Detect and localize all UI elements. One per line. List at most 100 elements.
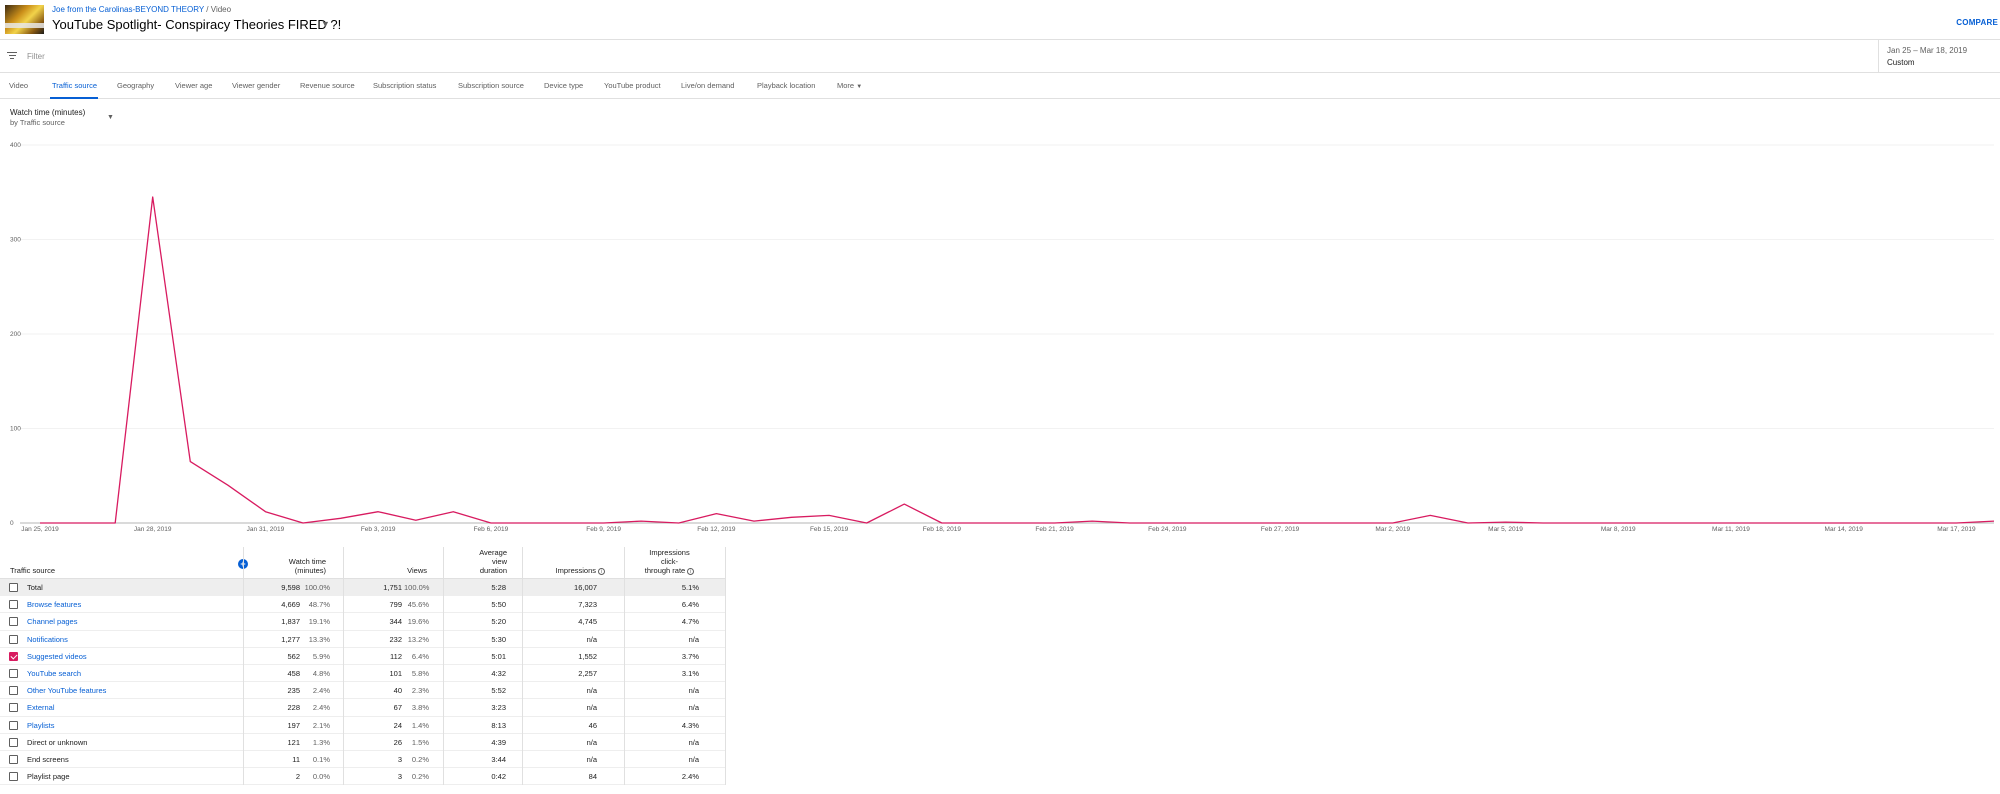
row-ctr: 3.1% [681, 668, 699, 678]
tab-subscription-status[interactable]: Subscription status [373, 81, 436, 90]
caret-down-icon[interactable]: ▼ [107, 114, 114, 121]
header-ctr-line2: click- [660, 557, 679, 566]
row-source[interactable]: Other YouTube features [27, 686, 106, 695]
row-watch-time-pct: 100.0% [304, 583, 330, 592]
row-views: 344 [389, 617, 402, 627]
header-ctr-line3: through rate [644, 566, 686, 575]
filter-input[interactable]: Filter [27, 52, 45, 61]
series-line[interactable] [40, 196, 1995, 524]
table-row: Playlist page 2 0.0% 3 0.2% 0:42 84 2.4% [0, 768, 725, 786]
x-tick-label: Mar 8, 2019 [1601, 526, 1636, 533]
tab-subscription-source[interactable]: Subscription source [458, 81, 524, 90]
tab-revenue-source[interactable]: Revenue source [300, 81, 355, 90]
table-row: Channel pages 1,837 19.1% 344 19.6% 5:20 4,745… [0, 613, 725, 631]
tab-geography[interactable]: Geography [117, 81, 154, 90]
header-watch-time[interactable]: Watch time (minutes) [268, 557, 326, 575]
column-divider [343, 547, 344, 785]
row-checkbox[interactable] [9, 772, 18, 782]
tab-youtube-product[interactable]: YouTube product [604, 81, 661, 90]
row-checkbox[interactable] [9, 634, 18, 644]
row-views: 1,751 [383, 583, 402, 592]
row-checkbox[interactable] [9, 720, 18, 730]
row-checkbox[interactable] [9, 651, 18, 661]
tab-traffic-source[interactable]: Traffic source [52, 81, 97, 90]
row-views: 799 [389, 600, 402, 610]
row-source[interactable]: Suggested videos [27, 652, 87, 661]
column-divider [522, 547, 523, 785]
caret-down-icon: ▼ [856, 84, 863, 90]
row-source[interactable]: Browse features [27, 600, 81, 609]
tab-more[interactable]: More ▼ [837, 81, 862, 90]
row-source[interactable]: External [27, 703, 55, 712]
x-tick-label: Mar 2, 2019 [1375, 526, 1410, 533]
caret-down-icon[interactable]: ▼ [321, 19, 330, 29]
x-tick-label: Jan 31, 2019 [247, 526, 285, 533]
row-ctr: n/a [688, 634, 699, 644]
header-impressions-label: Impressions [555, 566, 596, 575]
row-avg-duration: 3:23 [491, 703, 506, 713]
video-title[interactable]: YouTube Spotlight- Conspiracy Theories F… [52, 17, 341, 32]
header-views[interactable]: Views [380, 566, 427, 575]
metric-selector[interactable]: Watch time (minutes) by Traffic source [10, 108, 85, 127]
row-source[interactable]: Channel pages [27, 617, 77, 626]
row-checkbox[interactable] [9, 617, 18, 627]
row-source[interactable]: Playlists [27, 721, 55, 730]
info-icon[interactable]: i [687, 567, 695, 575]
row-avg-duration: 5:20 [491, 617, 506, 627]
header-avg-duration-line3: duration [479, 566, 507, 575]
row-checkbox[interactable] [9, 686, 18, 696]
row-checkbox[interactable] [9, 668, 18, 678]
tab-viewer-age[interactable]: Viewer age [175, 81, 212, 90]
y-tick-label: 200 [10, 331, 21, 338]
header-impressions[interactable]: Impressions i [540, 566, 605, 575]
row-avg-duration: 5:01 [491, 651, 506, 661]
video-thumbnail[interactable] [5, 5, 44, 34]
row-impressions: n/a [586, 754, 597, 764]
column-divider [443, 547, 444, 785]
filter-icon[interactable] [7, 52, 17, 60]
tab-device-type[interactable]: Device type [544, 81, 583, 90]
x-tick-label: Feb 18, 2019 [923, 526, 962, 533]
x-tick-label: Feb 3, 2019 [361, 526, 396, 533]
row-views-pct: 45.6% [407, 600, 429, 610]
row-source[interactable]: Notifications [27, 635, 68, 644]
row-checkbox[interactable] [9, 754, 18, 764]
row-source[interactable]: YouTube search [27, 669, 81, 678]
row-views: 101 [389, 668, 402, 678]
breadcrumb: Joe from the Carolinas-BEYOND THEORY / V… [52, 5, 231, 14]
row-watch-time: 1,837 [281, 617, 300, 627]
row-watch-time: 9,598 [281, 583, 300, 592]
row-checkbox[interactable] [9, 737, 18, 747]
row-views: 112 [390, 651, 402, 661]
row-watch-time: 11 [292, 754, 300, 764]
row-views-pct: 3.8% [411, 703, 429, 713]
row-watch-time-pct: 4.8% [312, 668, 330, 678]
row-impressions: 46 [588, 720, 597, 730]
row-source: Playlist page [27, 772, 70, 782]
breadcrumb-separator: / [206, 5, 209, 14]
row-watch-time-pct: 19.1% [308, 617, 330, 627]
tab-video[interactable]: Video [9, 81, 28, 90]
row-impressions: n/a [586, 686, 597, 696]
compare-button[interactable]: COMPARE [1956, 18, 1998, 27]
row-impressions: 84 [588, 772, 597, 782]
row-checkbox[interactable] [9, 703, 18, 713]
row-views: 40 [393, 686, 402, 696]
row-avg-duration: 0:42 [491, 772, 506, 782]
tab-viewer-gender[interactable]: Viewer gender [232, 81, 280, 90]
x-axis: Jan 25, 2019 Jan 28, 2019 Jan 31, 2019 Feb … [21, 526, 1976, 533]
header-traffic-source[interactable]: Traffic source [10, 566, 55, 575]
row-checkbox[interactable] [9, 600, 18, 610]
tab-playback-location[interactable]: Playback location [757, 81, 815, 90]
info-icon[interactable]: i [598, 567, 605, 575]
row-checkbox[interactable] [9, 583, 18, 592]
y-axis: 0 100 200 300 400 [10, 142, 21, 527]
tab-live-on-demand[interactable]: Live/on demand [681, 81, 734, 90]
date-range-picker[interactable]: Jan 25 – Mar 18, 2019 Custom [1878, 40, 2000, 73]
row-watch-time: 228 [287, 703, 300, 713]
header-avg-duration[interactable]: Average view duration [455, 548, 507, 575]
breadcrumb-channel[interactable]: Joe from the Carolinas-BEYOND THEORY [52, 5, 204, 14]
row-avg-duration: 4:32 [491, 668, 506, 678]
header-ctr[interactable]: Impressions click- through rate i [632, 548, 707, 575]
row-impressions: n/a [586, 737, 597, 747]
